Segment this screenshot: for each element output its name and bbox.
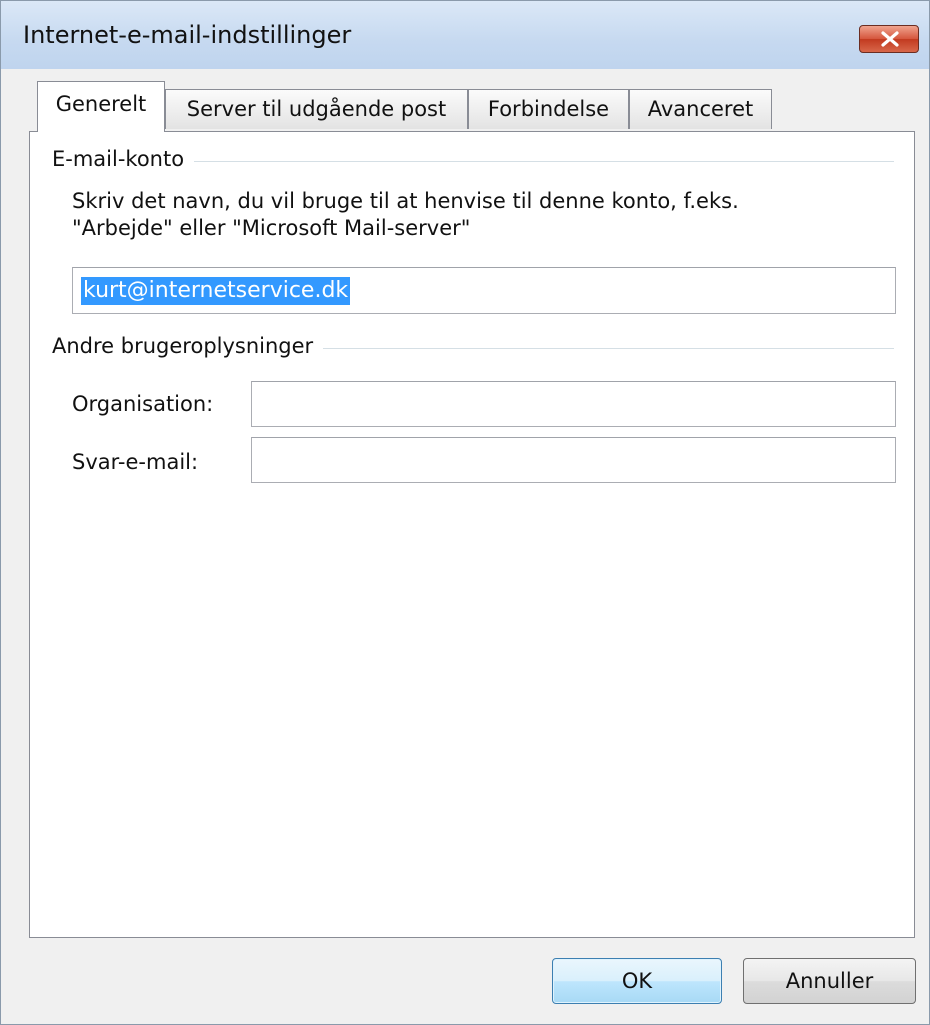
tab-server-til-udgaende-post[interactable]: Server til udgående post [165, 89, 468, 129]
internet-email-settings-dialog: Internet-e-mail-indstillinger Generelt S… [0, 0, 930, 1025]
tab-strip: Generelt Server til udgående post Forbin… [1, 69, 929, 132]
tab-label: Avanceret [647, 97, 754, 121]
email-account-group-title: E-mail-konto [52, 147, 195, 171]
tab-generelt[interactable]: Generelt [37, 81, 165, 132]
organisation-label: Organisation: [72, 392, 214, 416]
account-description-line-2: "Arbejde" eller "Microsoft Mail-server" [72, 216, 471, 240]
reply-email-label: Svar-e-mail: [72, 450, 199, 474]
account-name-input[interactable]: kurt@internetservice.dk [72, 267, 896, 314]
close-icon [881, 31, 899, 47]
account-name-value: kurt@internetservice.dk [81, 277, 351, 305]
tab-avanceret[interactable]: Avanceret [629, 89, 772, 129]
organisation-input[interactable] [251, 381, 896, 427]
cancel-button[interactable]: Annuller [743, 958, 916, 1004]
ok-button-label: OK [621, 969, 653, 993]
tab-forbindelse[interactable]: Forbindelse [468, 89, 629, 129]
title-bar[interactable]: Internet-e-mail-indstillinger [1, 1, 929, 69]
tab-panel-generelt: E-mail-konto Skriv det navn, du vil brug… [29, 131, 915, 938]
dialog-body: Generelt Server til udgående post Forbin… [1, 69, 929, 1024]
account-description-line-1: Skriv det navn, du vil bruge til at henv… [72, 189, 739, 213]
tab-label: Server til udgående post [186, 97, 447, 121]
window-title: Internet-e-mail-indstillinger [23, 21, 352, 49]
tab-label: Forbindelse [487, 97, 610, 121]
user-info-group-title: Andre brugeroplysninger [52, 334, 324, 358]
ok-button[interactable]: OK [552, 958, 722, 1004]
account-description: Skriv det navn, du vil bruge til at henv… [72, 188, 892, 242]
reply-email-input[interactable] [251, 437, 896, 483]
tab-label: Generelt [55, 92, 147, 116]
close-button[interactable] [859, 25, 919, 53]
cancel-button-label: Annuller [785, 969, 874, 993]
